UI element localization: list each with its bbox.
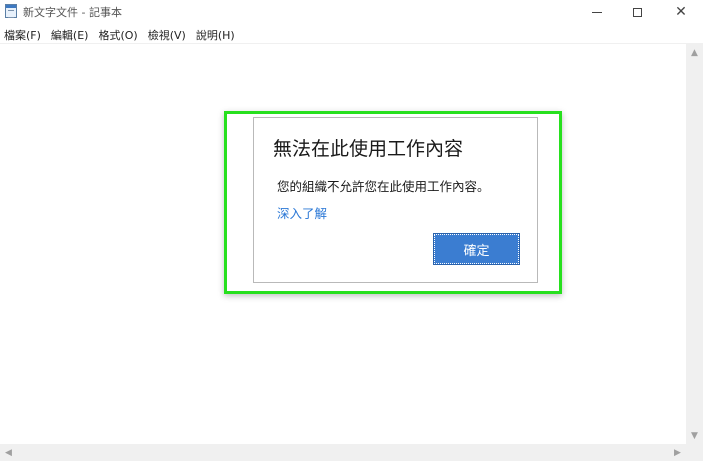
maximize-button[interactable] xyxy=(615,0,659,24)
dialog-message: 您的組織不允許您在此使用工作內容。 xyxy=(277,179,490,194)
notepad-icon xyxy=(5,4,17,18)
vertical-scrollbar[interactable]: ▲ ▼ xyxy=(686,44,703,444)
scroll-right-icon[interactable]: ▶ xyxy=(669,444,686,461)
minimize-icon xyxy=(592,11,602,13)
menu-bar: 檔案(F) 編輯(E) 格式(O) 檢視(V) 說明(H) xyxy=(0,25,703,43)
menu-edit[interactable]: 編輯(E) xyxy=(47,25,95,43)
title-bar: 新文字文件 - 記事本 ✕ xyxy=(0,0,703,24)
ok-button[interactable]: 確定 xyxy=(433,233,520,265)
dialog-title: 無法在此使用工作內容 xyxy=(273,138,464,160)
menu-format[interactable]: 格式(O) xyxy=(94,25,143,43)
window-title: 新文字文件 - 記事本 xyxy=(23,6,122,19)
menu-file[interactable]: 檔案(F) xyxy=(0,25,47,43)
menu-view[interactable]: 檢視(V) xyxy=(144,25,192,43)
message-dialog: 無法在此使用工作內容 您的組織不允許您在此使用工作內容。 深入了解 確定 xyxy=(253,117,538,283)
close-icon: ✕ xyxy=(675,4,687,20)
learn-more-link[interactable]: 深入了解 xyxy=(277,203,327,222)
scroll-up-icon[interactable]: ▲ xyxy=(686,44,703,61)
scroll-down-icon[interactable]: ▼ xyxy=(686,427,703,444)
menu-help[interactable]: 說明(H) xyxy=(192,25,241,43)
scroll-left-icon[interactable]: ◀ xyxy=(0,444,17,461)
scroll-corner xyxy=(686,444,703,461)
close-button[interactable]: ✕ xyxy=(659,0,703,24)
notepad-window: 新文字文件 - 記事本 ✕ 檔案(F) 編輯(E) 格式(O) 檢視(V) 說明… xyxy=(0,0,703,461)
minimize-button[interactable] xyxy=(575,0,619,24)
maximize-icon xyxy=(632,7,642,17)
horizontal-scrollbar[interactable]: ◀ ▶ xyxy=(0,444,686,461)
